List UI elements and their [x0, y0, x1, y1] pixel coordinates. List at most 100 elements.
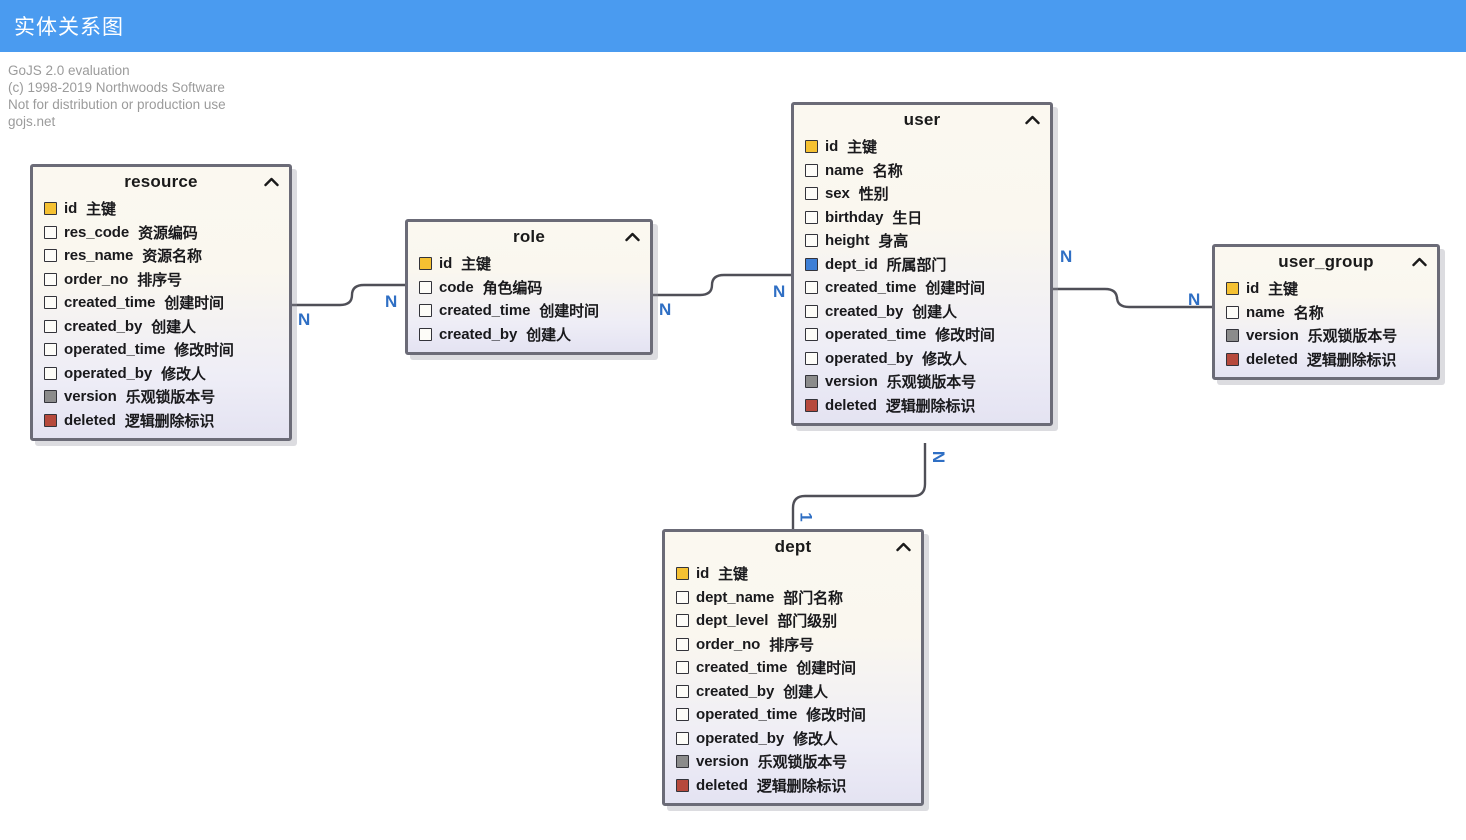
entity-field-row[interactable]: birthday 生日: [794, 206, 1050, 230]
entity-field-row[interactable]: operated_by 修改人: [794, 347, 1050, 371]
entity-header-user_group[interactable]: user_group: [1215, 247, 1437, 277]
field-name: order_no: [64, 270, 129, 288]
entity-field-row[interactable]: operated_by 修改人: [665, 727, 921, 751]
entity-field-row[interactable]: deleted 逻辑删除标识: [1215, 348, 1437, 372]
entity-field-row[interactable]: dept_id 所属部门: [794, 253, 1050, 277]
field-name: created_by: [825, 302, 904, 320]
field-description: 资源名称: [142, 248, 202, 266]
entity-field-row[interactable]: dept_level 部门级别: [665, 609, 921, 633]
entity-node-user_group[interactable]: user_group id 主键 name 名称 version 乐观锁版本号 deleted…: [1212, 244, 1440, 380]
field-description: 部门级别: [777, 613, 837, 631]
entity-title: user_group: [1278, 252, 1374, 271]
field-description: 创建人: [526, 326, 571, 344]
chevron-up-icon[interactable]: [263, 176, 279, 188]
field-description: 修改人: [161, 365, 206, 383]
entity-field-row[interactable]: name 名称: [1215, 301, 1437, 325]
column-icon: [676, 590, 689, 604]
field-name: operated_by: [64, 364, 153, 382]
entity-field-row[interactable]: version 乐观锁版本号: [1215, 324, 1437, 348]
field-name: created_by: [439, 325, 518, 343]
entity-field-row[interactable]: created_time 创建时间: [665, 656, 921, 680]
entity-field-row[interactable]: id 主键: [665, 562, 921, 586]
field-description: 主键: [847, 139, 877, 157]
field-description: 主键: [461, 256, 491, 274]
entity-field-row[interactable]: deleted 逻辑删除标识: [33, 409, 289, 433]
column-icon: [676, 708, 689, 722]
field-name: created_by: [696, 682, 775, 700]
column-icon: [44, 272, 57, 286]
entity-field-row[interactable]: deleted 逻辑删除标识: [665, 774, 921, 798]
chevron-up-icon[interactable]: [624, 231, 640, 243]
entity-field-row[interactable]: id 主键: [33, 197, 289, 221]
entity-field-row[interactable]: order_no 排序号: [33, 268, 289, 292]
field-description: 创建人: [912, 303, 957, 321]
entity-header-resource[interactable]: resource: [33, 167, 289, 197]
entity-field-row[interactable]: created_by 创建人: [408, 323, 650, 347]
column-icon: [44, 225, 57, 239]
field-description: 生日: [892, 209, 923, 227]
field-name: version: [825, 373, 878, 391]
link-cardinality-label: 1: [796, 512, 816, 522]
entity-field-row[interactable]: version 乐观锁版本号: [33, 385, 289, 409]
link-role-to-user[interactable]: [653, 273, 791, 297]
entity-field-row[interactable]: created_time 创建时间: [794, 276, 1050, 300]
field-description: 资源编码: [138, 224, 198, 242]
entity-field-row[interactable]: version 乐观锁版本号: [665, 750, 921, 774]
entity-header-role[interactable]: role: [408, 222, 650, 252]
deleted-flag-icon: [805, 398, 818, 412]
field-name: deleted: [696, 776, 748, 794]
entity-field-row[interactable]: created_by 创建人: [665, 680, 921, 704]
entity-field-row[interactable]: order_no 排序号: [665, 633, 921, 657]
column-icon: [805, 234, 818, 248]
field-description: 角色编码: [482, 279, 543, 297]
entity-field-row[interactable]: deleted 逻辑删除标识: [794, 394, 1050, 418]
column-icon: [805, 328, 818, 342]
entity-field-row[interactable]: id 主键: [794, 135, 1050, 159]
column-icon: [805, 210, 818, 224]
entity-node-role[interactable]: role id 主键 code 角色编码 created_time 创建时间 created_…: [405, 219, 653, 355]
field-name: created_time: [439, 302, 531, 320]
version-column-icon: [1226, 329, 1239, 343]
field-description: 创建人: [783, 683, 828, 701]
entity-field-row[interactable]: created_by 创建人: [33, 315, 289, 339]
deleted-flag-icon: [44, 413, 57, 427]
entity-field-row[interactable]: created_time 创建时间: [408, 299, 650, 323]
entity-node-dept[interactable]: dept id 主键 dept_name 部门名称 dept_level 部门级别 order…: [662, 529, 924, 806]
entity-field-row[interactable]: version 乐观锁版本号: [794, 370, 1050, 394]
column-icon: [44, 366, 57, 380]
entity-node-user[interactable]: user id 主键 name 名称 sex 性别 birthday 生日 height 身高 dep…: [791, 102, 1053, 426]
field-name: name: [825, 161, 864, 179]
entity-field-row[interactable]: res_name 资源名称: [33, 244, 289, 268]
field-name: height: [825, 232, 870, 250]
entity-field-row[interactable]: operated_time 修改时间: [794, 323, 1050, 347]
link-cardinality-label: N: [1188, 290, 1201, 309]
entity-field-row[interactable]: operated_time 修改时间: [665, 703, 921, 727]
entity-field-row[interactable]: res_code 资源编码: [33, 221, 289, 245]
chevron-up-icon[interactable]: [1411, 256, 1427, 268]
column-icon: [805, 351, 818, 365]
entity-header-dept[interactable]: dept: [665, 532, 921, 562]
column-icon: [44, 249, 57, 263]
entity-field-row[interactable]: operated_by 修改人: [33, 362, 289, 386]
entity-field-row[interactable]: id 主键: [1215, 277, 1437, 301]
entity-field-row[interactable]: operated_time 修改时间: [33, 338, 289, 362]
entity-field-row[interactable]: code 角色编码: [408, 276, 650, 300]
entity-header-user[interactable]: user: [794, 105, 1050, 135]
entity-field-row[interactable]: created_by 创建人: [794, 300, 1050, 324]
field-name: dept_level: [696, 612, 769, 630]
field-description: 修改时间: [935, 327, 995, 345]
entity-field-row[interactable]: created_time 创建时间: [33, 291, 289, 315]
entity-field-list: id 主键 res_code 资源编码 res_name 资源名称 order_no 排序号 c…: [33, 197, 289, 438]
chevron-up-icon[interactable]: [1024, 114, 1040, 126]
entity-title: resource: [124, 172, 198, 191]
entity-node-resource[interactable]: resource id 主键 res_code 资源编码 res_name 资源名称 orde…: [30, 164, 292, 441]
column-icon: [676, 684, 689, 698]
entity-field-row[interactable]: name 名称: [794, 159, 1050, 183]
field-description: 创建人: [151, 318, 196, 336]
entity-field-row[interactable]: id 主键: [408, 252, 650, 276]
diagram-canvas[interactable]: NNNNNNN1 resource id 主键 res_code 资源编码 res_nam…: [0, 52, 1466, 840]
chevron-up-icon[interactable]: [895, 541, 911, 553]
entity-field-row[interactable]: sex 性别: [794, 182, 1050, 206]
entity-field-row[interactable]: height 身高: [794, 229, 1050, 253]
entity-field-row[interactable]: dept_name 部门名称: [665, 586, 921, 610]
